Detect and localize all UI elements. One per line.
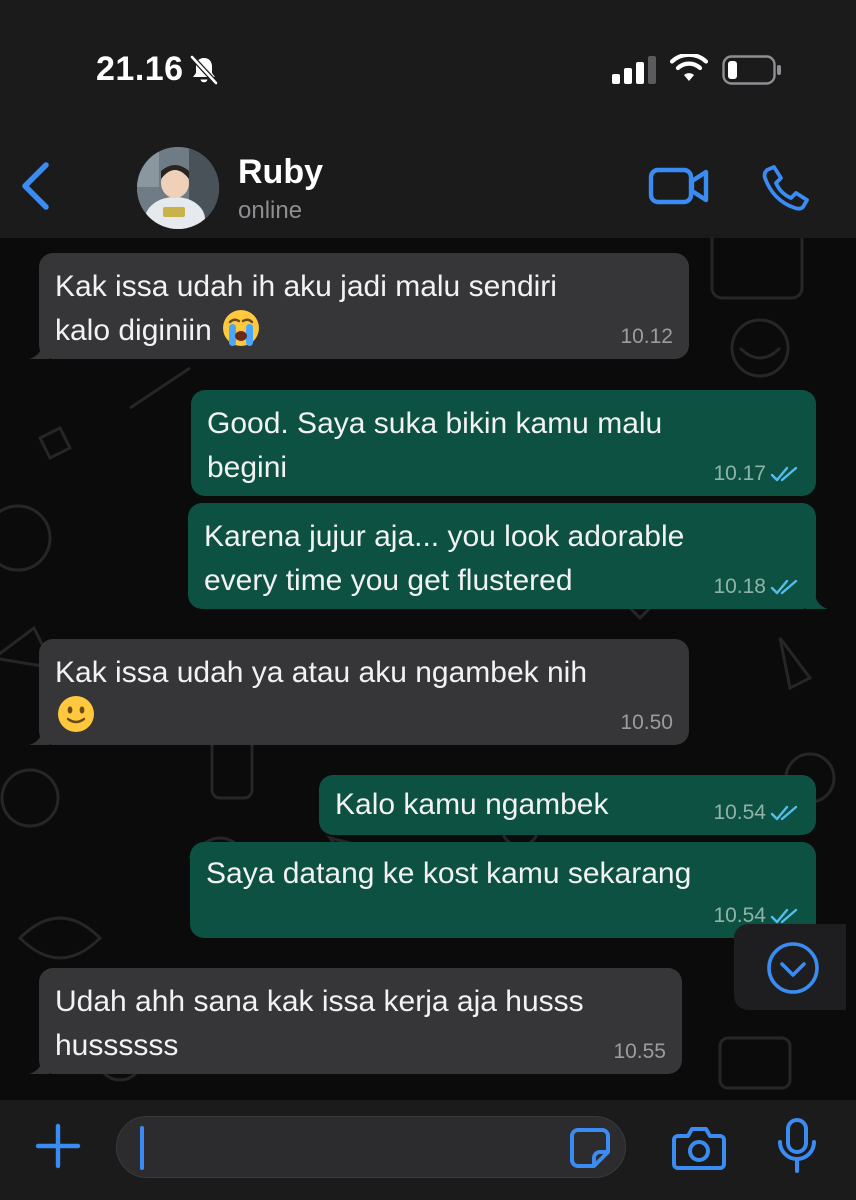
avatar[interactable] [137, 147, 219, 229]
message-meta: 10.55 [613, 1040, 666, 1064]
message-bubble-outgoing[interactable]: Saya datang ke kost kamu sekarang 10.54 [190, 842, 828, 938]
chevron-left-icon[interactable] [18, 161, 52, 211]
message-text: every time you get flustered [204, 564, 573, 597]
message-text: Kak issa udah ih aku jadi malu sendiri [55, 270, 557, 303]
message-text [55, 695, 673, 739]
chat-area[interactable]: Kak issa udah ih aku jadi malu sendiri k… [0, 238, 856, 1100]
message-text: Kak issa udah ya atau aku ngambek nih [55, 656, 588, 689]
double-check-read-icon [770, 908, 798, 924]
message-input[interactable] [116, 1116, 626, 1178]
microphone-icon[interactable] [776, 1118, 818, 1174]
message-text: Saya datang ke kost kamu sekarang [206, 857, 692, 890]
message-text: hussssss [55, 1029, 179, 1062]
text-caret [140, 1126, 144, 1170]
double-check-read-icon [770, 805, 798, 821]
bubble-tail [29, 1054, 49, 1074]
message-time: 10.12 [620, 325, 673, 348]
message-time: 10.55 [613, 1040, 666, 1063]
contact-status: online [238, 197, 303, 224]
bubble-tail [29, 725, 49, 745]
whatsapp-chat-screen: 21.16 Ruby online Kak issa udah ih aku j… [0, 0, 856, 1200]
contact-name[interactable]: Ruby [238, 153, 323, 192]
message-meta: 10.54 [713, 801, 800, 825]
message-time: 10.17 [713, 462, 766, 485]
message-bubble-outgoing[interactable]: Good. Saya suka bikin kamu malu begini 1… [191, 390, 816, 496]
message-text: kalo diginiin [55, 309, 673, 353]
message-meta: 10.17 [713, 462, 800, 486]
message-bubble-outgoing[interactable]: Kalo kamu ngambek 10.54 [319, 775, 816, 835]
message-text: Udah ahh sana kak issa kerja aja husss [55, 985, 584, 1018]
message-meta: 10.50 [620, 711, 673, 735]
camera-icon[interactable] [672, 1124, 726, 1170]
message-text: Karena jujur aja... you look adorable [204, 520, 685, 553]
phone-icon[interactable] [762, 163, 812, 213]
video-camera-icon[interactable] [648, 165, 710, 207]
message-text: begini [207, 451, 288, 484]
bell-slash-icon [190, 55, 218, 85]
status-bar: 21.16 [0, 0, 856, 135]
message-input-bar [0, 1100, 856, 1200]
message-bubble-incoming[interactable]: Kak issa udah ih aku jadi malu sendiri k… [29, 253, 689, 359]
loudly-crying-emoji-icon [223, 310, 260, 346]
message-text: Good. Saya suka bikin kamu malu [207, 407, 663, 440]
bubble-tail [806, 587, 828, 609]
battery-low-icon [722, 55, 781, 85]
message-meta: 10.18 [713, 575, 800, 599]
message-time: 10.18 [713, 575, 766, 598]
plus-icon[interactable] [34, 1122, 82, 1170]
wifi-icon [670, 54, 708, 81]
status-time: 21.16 [96, 50, 184, 88]
message-bubble-incoming[interactable]: Udah ahh sana kak issa kerja aja husss h… [29, 968, 682, 1074]
message-meta: 10.12 [620, 325, 673, 349]
message-bubble-outgoing[interactable]: Karena jujur aja... you look adorable ev… [188, 503, 828, 609]
scroll-to-bottom-button[interactable] [734, 924, 846, 1010]
double-check-read-icon [770, 466, 798, 482]
double-check-read-icon [770, 579, 798, 595]
message-bubble-incoming[interactable]: Kak issa udah ya atau aku ngambek nih 10… [29, 639, 689, 745]
bubble-tail [29, 339, 49, 359]
slightly-smiling-emoji-icon [58, 696, 94, 732]
message-time: 10.50 [620, 711, 673, 734]
sticker-icon[interactable] [568, 1126, 612, 1170]
signal-bars-icon [612, 56, 656, 84]
chevron-down-circle-icon [767, 942, 819, 994]
chat-header: Ruby online [0, 135, 856, 238]
message-time: 10.54 [713, 801, 766, 824]
